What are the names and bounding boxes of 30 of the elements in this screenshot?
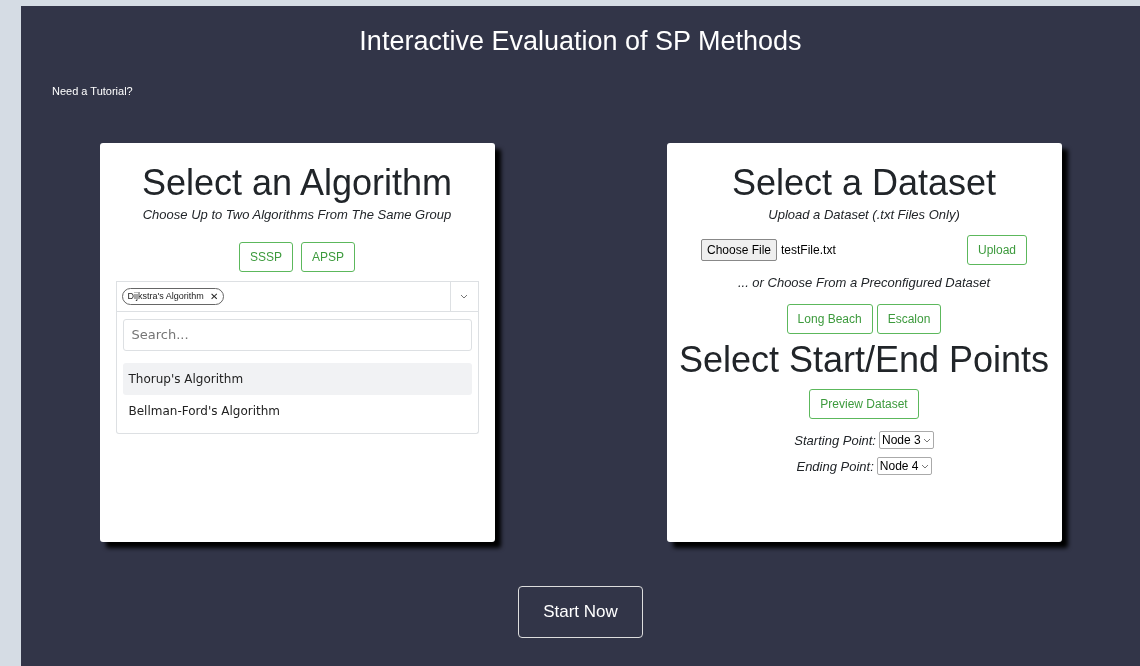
upload-button[interactable]: Upload	[966, 234, 1027, 265]
chevron-down-icon	[920, 463, 929, 469]
tutorial-link[interactable]: Need a Tutorial?	[52, 85, 133, 97]
group-button[interactable]: SSSP	[239, 241, 293, 272]
card-heading: Select an Algorithm	[141, 163, 453, 203]
chevron-down-icon	[922, 437, 931, 443]
point-select[interactable]: Node 3	[878, 431, 934, 450]
dropdown-option[interactable]: Bellman-Ford's Algorithm	[122, 394, 472, 427]
search-field[interactable]: Search...	[122, 318, 472, 351]
card-subtitle: Choose Up to Two Algorithms From The Same Group	[142, 206, 452, 222]
chevron-down-icon	[460, 293, 468, 299]
start-button[interactable]: Start Now	[518, 586, 643, 638]
dropdown-option[interactable]: Thorup's Algorithm	[122, 362, 472, 395]
preconfigured-text: ... or Choose From a Preconfigured Dataset	[737, 274, 991, 290]
preview-button[interactable]: Preview Dataset	[809, 389, 919, 420]
chip-remove[interactable]: ✕	[209, 290, 218, 302]
dataset-button[interactable]: Long Beach	[786, 303, 873, 334]
algorithm-select[interactable]: Dijkstra's Algorithm ✕	[115, 280, 479, 312]
point-select[interactable]: Node 4	[876, 457, 932, 476]
point-label: Starting Point:	[794, 432, 876, 448]
chip-label: Dijkstra's Algorithm	[127, 290, 204, 302]
card-subtitle: Upload a Dataset (.txt Files Only)	[768, 206, 960, 222]
point-label: Ending Point:	[796, 458, 874, 474]
group-button[interactable]: APSP	[301, 241, 355, 272]
file-name: testFile.txt	[781, 242, 837, 257]
points-heading: Select Start/End Points	[678, 339, 1050, 380]
page-title: Interactive Evaluation of SP Methods	[359, 26, 802, 57]
choose-file-button[interactable]: Choose File	[701, 238, 778, 261]
card-heading: Select a Dataset	[731, 163, 997, 203]
dataset-button[interactable]: Escalon	[876, 303, 942, 334]
